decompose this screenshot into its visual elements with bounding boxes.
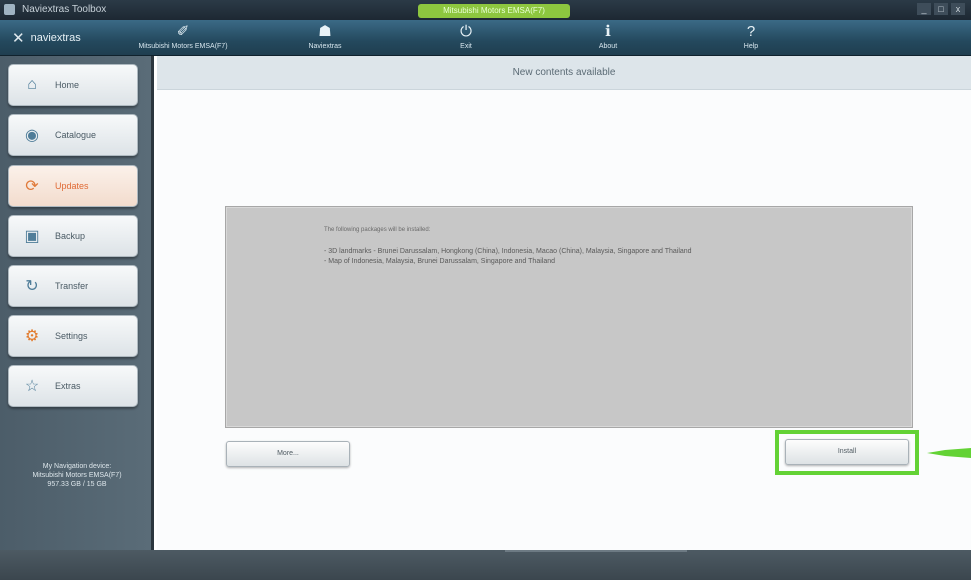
list-item: - Map of Indonesia, Malaysia, Brunei Dar…: [324, 258, 555, 265]
device-info-line: 957.33 GB / 15 GB: [47, 481, 107, 488]
sidebar-item-label: Home: [55, 80, 80, 90]
brand-logo: ✕ naviextras: [12, 29, 81, 47]
home-icon: ⌂: [27, 76, 37, 93]
device-icon: ✐: [176, 23, 190, 40]
backup-icon: ▣: [24, 228, 40, 245]
user-icon: ☗: [318, 23, 332, 40]
nav-item-account[interactable]: ☗ Naviextras: [270, 21, 380, 55]
packages-list: - 3D landmarks - Brunei Darussalam, Hong…: [324, 247, 692, 267]
window-controls: _ □ x: [917, 3, 965, 15]
nav-item-label: Exit: [460, 43, 472, 50]
main-content: New contents available The following pac…: [157, 56, 971, 550]
sidebar-item-backup[interactable]: ▣ Backup: [8, 215, 138, 257]
sidebar-item-extras[interactable]: ☆ Extras: [8, 365, 138, 407]
sidebar-item-transfer[interactable]: ↻ Transfer: [8, 265, 138, 307]
nav-item-about[interactable]: ℹ About: [553, 21, 663, 55]
settings-icon: ⚙: [24, 328, 40, 345]
nav-item-help[interactable]: ? Help: [696, 21, 806, 55]
nav-item-label: Naviextras: [308, 43, 342, 50]
brand-name: naviextras: [30, 32, 81, 44]
sidebar-item-label: Catalogue: [55, 130, 97, 140]
nav-item-label: About: [598, 43, 618, 50]
install-button[interactable]: Install: [785, 439, 909, 465]
bottom-bar: [0, 550, 971, 580]
nav-item-device[interactable]: ✐ Mitsubishi Motors EMSA(F7): [128, 21, 238, 55]
bottom-bar-seam: [505, 550, 687, 552]
maximize-button[interactable]: □: [934, 3, 948, 15]
help-icon: ?: [746, 23, 756, 40]
page-title: New contents available: [157, 56, 971, 90]
sidebar-item-catalogue[interactable]: ◉ Catalogue: [8, 114, 138, 156]
sidebar-item-home[interactable]: ⌂ Home: [8, 64, 138, 106]
transfer-icon: ↻: [25, 278, 39, 295]
packages-panel[interactable]: The following packages will be installed…: [225, 206, 913, 428]
sidebar: ⌂ Home ◉ Catalogue ⟳ Updates ▣ Backup ↻ …: [0, 56, 154, 550]
sidebar-item-settings[interactable]: ⚙ Settings: [8, 315, 138, 357]
device-info-line: My Navigation device:: [42, 463, 112, 470]
window-title: Naviextras Toolbox: [22, 4, 107, 15]
device-info-line: Mitsubishi Motors EMSA(F7): [32, 472, 122, 479]
nav-item-label: Mitsubishi Motors EMSA(F7): [138, 43, 228, 50]
updates-icon: ⟳: [25, 178, 39, 195]
sidebar-item-label: Extras: [55, 381, 81, 391]
nav-item-exit[interactable]: ⏻ Exit: [411, 21, 521, 55]
app-icon: [4, 4, 15, 15]
close-button[interactable]: x: [951, 3, 965, 15]
sidebar-item-updates[interactable]: ⟳ Updates: [8, 165, 138, 207]
info-icon: ℹ: [605, 23, 611, 40]
nav-item-label: Help: [743, 43, 759, 50]
device-info: My Navigation device: Mitsubishi Motors …: [0, 462, 154, 489]
list-item: - 3D landmarks - Brunei Darussalam, Hong…: [324, 248, 692, 255]
top-navigation: ✕ naviextras ✐ Mitsubishi Motors EMSA(F7…: [0, 20, 971, 56]
sidebar-item-label: Settings: [55, 331, 88, 341]
catalogue-icon: ◉: [25, 127, 39, 144]
star-icon: ☆: [24, 378, 40, 395]
content-body: The following packages will be installed…: [157, 90, 971, 550]
sidebar-item-label: Transfer: [55, 281, 89, 291]
more-button[interactable]: More...: [226, 441, 350, 467]
sidebar-item-label: Updates: [55, 181, 89, 191]
minimize-button[interactable]: _: [917, 3, 931, 15]
status-pill: Mitsubishi Motors EMSA(F7): [418, 4, 570, 18]
sidebar-item-label: Backup: [55, 231, 86, 241]
callout-arrow-icon: [927, 448, 971, 458]
power-icon: ⏻: [460, 23, 472, 40]
packages-title: The following packages will be installed…: [324, 227, 431, 233]
naviextras-logo-icon: ✕: [12, 30, 25, 47]
